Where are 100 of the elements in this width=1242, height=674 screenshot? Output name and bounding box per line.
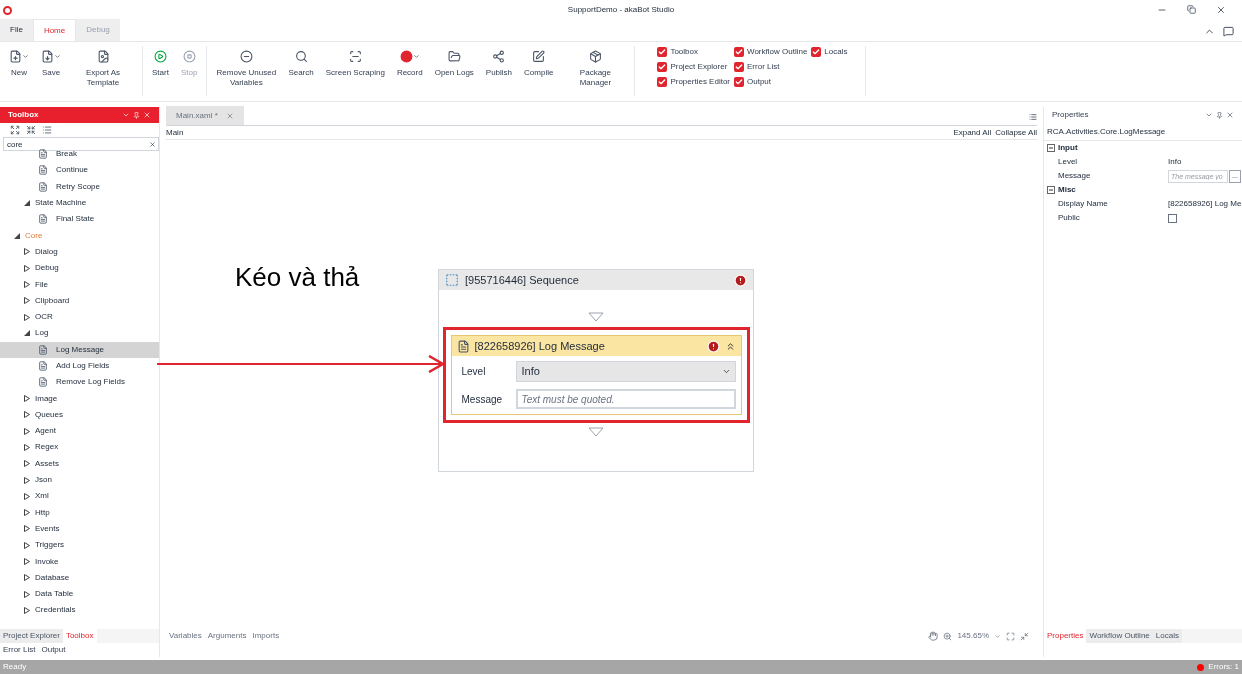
ribbon-button[interactable]: Search [283, 46, 319, 78]
checkbox[interactable] [657, 61, 668, 72]
toolbox-category[interactable]: Dialog [0, 243, 159, 261]
designer-tab[interactable]: Arguments [204, 630, 250, 642]
property-value[interactable]: Info [1168, 156, 1182, 168]
hand-icon[interactable] [928, 631, 939, 641]
toolbox-category[interactable]: Invoke [0, 553, 159, 570]
collapse-toggle-icon[interactable] [1047, 186, 1055, 194]
toolbox-item[interactable]: Retry Scope [0, 178, 159, 195]
toolbox-category[interactable]: State Machine [0, 194, 159, 212]
property-checkbox[interactable] [1168, 213, 1177, 223]
toolbox-category[interactable]: Data Table [0, 586, 159, 603]
expanded-triangle-icon[interactable] [14, 232, 20, 239]
checkbox[interactable] [811, 46, 822, 57]
sequence-container[interactable]: [955716446] Sequence [822658926] Log Message Level Info Message Text must be quoted. [438, 269, 754, 472]
breadcrumb: Main [166, 126, 184, 139]
toolbox-item[interactable]: Log Message [0, 341, 159, 358]
panel-checkbox[interactable]: Properties Editor [657, 76, 730, 87]
panel-checkbox[interactable]: Error List [734, 61, 808, 72]
level-dropdown[interactable]: Info [516, 361, 736, 382]
toolbox-category[interactable]: Image [0, 390, 159, 407]
dropdown-caret-icon[interactable] [122, 111, 130, 119]
toolbox-item[interactable]: Final State [0, 211, 159, 228]
checkbox[interactable] [734, 46, 744, 57]
close-icon[interactable] [1226, 111, 1234, 119]
ribbon-button[interactable]: Export As Template [68, 46, 138, 88]
menu-icon[interactable] [1029, 113, 1037, 121]
ribbon-button[interactable]: Save [36, 46, 66, 78]
clear-icon[interactable] [149, 140, 156, 148]
toolbox-category[interactable]: OCR [0, 308, 159, 326]
panel-checkbox[interactable]: Project Explorer [657, 61, 730, 72]
designer-tab[interactable]: Imports [249, 630, 283, 642]
checkbox[interactable] [657, 76, 668, 87]
toolbox-item[interactable]: Remove Log Fields [0, 374, 159, 391]
collapsed-triangle-icon[interactable] [24, 444, 30, 451]
expanded-triangle-icon[interactable] [24, 200, 30, 207]
toolbox-category[interactable]: Assets [0, 455, 159, 472]
collapse-toggle-icon[interactable] [1047, 144, 1055, 152]
toolbox-category[interactable]: Agent [0, 423, 159, 440]
ribbon-button[interactable]: Remove Unused Variables [211, 46, 282, 88]
toolbox-category[interactable]: Http [0, 504, 159, 521]
toolbox-category[interactable]: File [0, 276, 159, 293]
dropdown-caret-icon[interactable] [1205, 111, 1213, 119]
toolbox-category[interactable]: Json [0, 471, 159, 489]
ribbon-button[interactable]: Publish [480, 46, 518, 78]
zoom-icon[interactable] [943, 631, 953, 641]
toolbox-category[interactable]: Database [0, 569, 159, 586]
overview-icon[interactable] [1020, 631, 1029, 641]
ribbon-button[interactable]: Record [391, 46, 428, 78]
toolbox-category[interactable]: Xml [0, 488, 159, 505]
activity-card[interactable]: [822658926] Log Message Level Info Message Text must be quoted. [450, 335, 742, 415]
panel-checkbox[interactable]: Locals [811, 46, 848, 57]
restore-icon[interactable] [1187, 5, 1196, 14]
expand-all-icon[interactable] [10, 125, 20, 135]
ribbon-button[interactable]: Start [147, 46, 174, 78]
edit-icon [532, 49, 546, 63]
panel-tab[interactable]: Error List [0, 643, 39, 657]
toolbox-category[interactable]: Clipboard [0, 292, 159, 309]
message-field[interactable]: Text must be quoted. [516, 389, 736, 409]
panel-tab[interactable]: Toolbox [62, 629, 97, 643]
chat-icon[interactable] [1223, 26, 1234, 37]
ribbon-tab[interactable]: File [0, 19, 33, 41]
checkbox[interactable] [734, 61, 744, 72]
canvas-link[interactable]: Collapse All [995, 126, 1037, 139]
checkbox[interactable] [734, 76, 744, 87]
toolbox-category[interactable]: Regex [0, 439, 159, 456]
toolbox-item[interactable]: Add Log Fields [0, 357, 159, 375]
toolbox-item[interactable]: Continue [0, 162, 159, 179]
toolbox-category[interactable]: Credentials [0, 602, 159, 619]
close-icon[interactable] [1216, 5, 1226, 15]
toolbox-category[interactable]: Queues [0, 406, 159, 424]
panel-tab[interactable]: Locals [1152, 629, 1182, 643]
toolbox-category[interactable]: Debug [0, 260, 159, 277]
ribbon-button[interactable]: Screen Scraping [320, 46, 390, 78]
ribbon-button[interactable]: Open Logs [429, 46, 479, 78]
panel-tab[interactable]: Project Explorer [0, 629, 63, 643]
expanded-triangle-icon[interactable] [24, 330, 30, 337]
property-value[interactable]: [822658926] Log Me [1168, 198, 1242, 210]
collapse-all-icon[interactable] [26, 125, 36, 135]
checkbox[interactable] [657, 46, 668, 57]
toolbox-category[interactable]: Events [0, 520, 159, 538]
ribbon-tab[interactable]: Home [32, 19, 77, 41]
panel-tab[interactable]: Output [38, 643, 69, 657]
panel-checkbox[interactable]: Output [734, 76, 808, 87]
panel-checkbox[interactable]: Toolbox [657, 46, 730, 57]
document-tab[interactable]: Main.xaml * [166, 106, 244, 125]
zoom-level[interactable]: 145.65% [957, 630, 989, 642]
panel-checkbox[interactable]: Workflow Outline [734, 46, 808, 57]
ribbon-button[interactable]: New [4, 46, 34, 78]
ribbon-button[interactable]: Package Manager [560, 46, 631, 88]
pin-icon[interactable] [1216, 111, 1223, 119]
designer-tab[interactable]: Variables [166, 630, 205, 642]
search-field[interactable]: core [3, 137, 159, 151]
ribbon-button[interactable]: Compile [519, 46, 559, 78]
panel-tab[interactable]: Properties [1044, 629, 1087, 643]
toolbox-category[interactable]: Triggers [0, 537, 159, 554]
toolbox-category[interactable]: Log [0, 325, 159, 342]
panel-tab[interactable]: Workflow Outline [1086, 629, 1153, 643]
collapsed-triangle-icon[interactable] [24, 281, 30, 288]
canvas-link[interactable]: Expand All [953, 126, 992, 139]
